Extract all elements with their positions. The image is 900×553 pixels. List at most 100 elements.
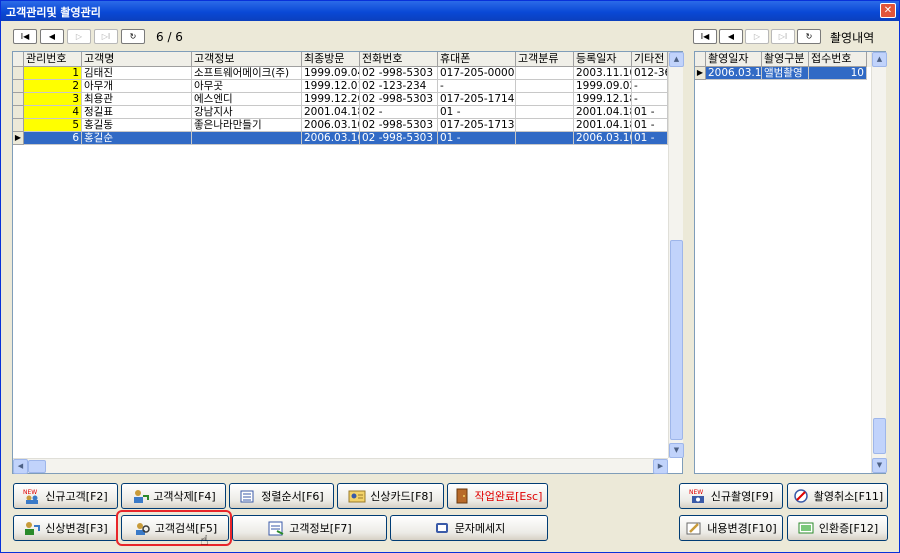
table-cell[interactable]: 소프트웨어메이크(주) (192, 67, 302, 80)
table-cell[interactable]: 02 -998-5303 (360, 119, 438, 132)
table-cell[interactable]: 홍길순 (82, 132, 192, 145)
table-cell[interactable]: 01 - (632, 119, 668, 132)
table-cell[interactable] (516, 106, 574, 119)
table-cell[interactable] (516, 80, 574, 93)
column-header[interactable]: 기타전 (632, 52, 668, 67)
table-cell[interactable] (516, 93, 574, 106)
finish-work-button[interactable]: 작업완료[Esc] (447, 483, 548, 509)
table-cell[interactable]: 아무개 (82, 80, 192, 93)
table-cell[interactable]: 좋은나라만들기 (192, 119, 302, 132)
table-cell[interactable]: 2006.03.10 (302, 119, 360, 132)
history-next-icon[interactable]: ▷ (745, 29, 769, 44)
sort-order-button[interactable]: 정렬순서[F6] (229, 483, 334, 509)
column-header[interactable]: 고객정보 (192, 52, 302, 67)
table-row[interactable]: 5 홍길동 좋은나라만들기 2006.03.10 02 -998-5303 017-205… (13, 119, 668, 132)
history-scroll-up-icon[interactable]: ▲ (872, 52, 887, 67)
scroll-thumb[interactable] (670, 240, 683, 440)
hscroll-thumb[interactable] (28, 460, 46, 473)
table-cell[interactable]: 1999.09.02 (574, 80, 632, 93)
table-cell[interactable]: 2 (24, 80, 82, 93)
table-cell[interactable]: 1999.12.18 (574, 93, 632, 106)
column-header[interactable]: 휴대폰 (438, 52, 516, 67)
row-indicator[interactable] (13, 106, 24, 119)
table-row[interactable]: 1 김태진 소프트웨어메이크(주) 1999.09.04 02 -998-5303 017… (13, 67, 668, 80)
refresh-icon[interactable]: ↻ (121, 29, 145, 44)
table-cell[interactable]: 정길표 (82, 106, 192, 119)
table-cell[interactable]: 02 -998-5303 (360, 67, 438, 80)
table-cell[interactable]: 3 (24, 93, 82, 106)
delete-customer-button[interactable]: 고객삭제[F4] (121, 483, 226, 509)
table-cell[interactable]: 6 (24, 132, 82, 145)
table-cell[interactable]: 2001.04.18 (574, 106, 632, 119)
table-cell[interactable]: 1 (24, 67, 82, 80)
row-indicator[interactable]: ▶ (13, 132, 24, 145)
scroll-right-icon[interactable]: ▶ (653, 459, 668, 474)
table-cell[interactable]: 에스엔디 (192, 93, 302, 106)
photo-card-button[interactable]: 신상카드[F8] (337, 483, 444, 509)
table-cell[interactable]: 홍길동 (82, 119, 192, 132)
table-cell[interactable]: 02 -123-234 (360, 80, 438, 93)
table-cell[interactable]: 강남지사 (192, 106, 302, 119)
customer-grid[interactable]: 관리번호 고객명 고객정보 최종방문 전화번호 휴대폰 고객분류 등록일자 기타전 1 김태진 소프… (12, 51, 684, 474)
cancel-shoot-button[interactable]: 촬영취소[F11] (787, 483, 888, 509)
table-row[interactable]: ▶2006.03.10앨범촬영10 (695, 67, 867, 80)
table-cell[interactable] (192, 132, 302, 145)
table-cell[interactable]: 앨범촬영 (762, 67, 809, 80)
last-record-icon[interactable]: ▷I (94, 29, 118, 44)
row-indicator[interactable] (13, 119, 24, 132)
table-cell[interactable]: 1999.09.04 (302, 67, 360, 80)
column-header[interactable]: 관리번호 (24, 52, 82, 67)
column-header[interactable]: 촬영일자 (706, 52, 762, 67)
customer-vscroll[interactable]: ▲ ▼ (668, 52, 684, 458)
column-header[interactable]: 접수번호 (809, 52, 867, 67)
table-cell[interactable]: 1999.12.01 (302, 80, 360, 93)
next-record-icon[interactable]: ▷ (67, 29, 91, 44)
table-cell[interactable]: 02 - (360, 106, 438, 119)
table-cell[interactable]: 01 - (438, 132, 516, 145)
scroll-down-icon[interactable]: ▼ (669, 443, 684, 458)
column-header[interactable]: 등록일자 (574, 52, 632, 67)
table-cell[interactable]: - (438, 80, 516, 93)
table-cell[interactable]: 1999.12.20 (302, 93, 360, 106)
history-refresh-icon[interactable]: ↻ (797, 29, 821, 44)
new-shoot-button[interactable]: NEW 신규촬영[F9] (679, 483, 783, 509)
table-cell[interactable]: 02 -998-5303 (360, 132, 438, 145)
table-cell[interactable]: 01 - (438, 106, 516, 119)
table-cell[interactable] (516, 67, 574, 80)
table-cell[interactable]: 김태진 (82, 67, 192, 80)
column-header[interactable]: 촬영구분 (762, 52, 809, 67)
column-header[interactable]: 전화번호 (360, 52, 438, 67)
table-cell[interactable]: 017-205-1714 (438, 93, 516, 106)
history-scroll-thumb[interactable] (873, 418, 886, 454)
history-first-icon[interactable]: I◀ (693, 29, 717, 44)
table-cell[interactable]: 2006.03.10 (706, 67, 762, 80)
first-record-icon[interactable]: I◀ (13, 29, 37, 44)
customer-info-button[interactable]: 고객정보[F7] (232, 515, 387, 541)
history-scroll-down-icon[interactable]: ▼ (872, 458, 887, 473)
change-info-button[interactable]: 신상변경[F3] (13, 515, 118, 541)
history-grid[interactable]: 촬영일자촬영구분접수번호 ▶2006.03.10앨범촬영10 ▲ ▼ (694, 51, 887, 474)
column-header[interactable]: 고객분류 (516, 52, 574, 67)
row-indicator[interactable]: ▶ (695, 67, 706, 80)
table-cell[interactable]: 2006.03.10 (302, 132, 360, 145)
table-cell[interactable]: 5 (24, 119, 82, 132)
table-cell[interactable]: 2003.11.10 (574, 67, 632, 80)
table-cell[interactable]: 017-205-0000 (438, 67, 516, 80)
scroll-left-icon[interactable]: ◀ (13, 459, 28, 474)
print-receipt-button[interactable]: 인환증[F12] (787, 515, 888, 541)
prev-record-icon[interactable]: ◀ (40, 29, 64, 44)
table-cell[interactable] (516, 119, 574, 132)
table-cell[interactable]: 02 -998-5303 (360, 93, 438, 106)
customer-hscroll[interactable]: ◀ ▶ (13, 458, 668, 474)
table-cell[interactable]: 최용관 (82, 93, 192, 106)
table-cell[interactable]: 01 - (632, 106, 668, 119)
table-cell[interactable]: 2006.03.10 (574, 132, 632, 145)
table-cell[interactable] (516, 132, 574, 145)
table-cell[interactable]: 아무곳 (192, 80, 302, 93)
table-cell[interactable]: 017-205-1713 (438, 119, 516, 132)
column-header[interactable]: 고객명 (82, 52, 192, 67)
row-indicator[interactable] (13, 93, 24, 106)
table-cell[interactable]: 10 (809, 67, 867, 80)
close-icon[interactable]: ✕ (880, 3, 896, 18)
table-row[interactable]: 2 아무개 아무곳 1999.12.01 02 -123-234 - 1999.09.02… (13, 80, 668, 93)
